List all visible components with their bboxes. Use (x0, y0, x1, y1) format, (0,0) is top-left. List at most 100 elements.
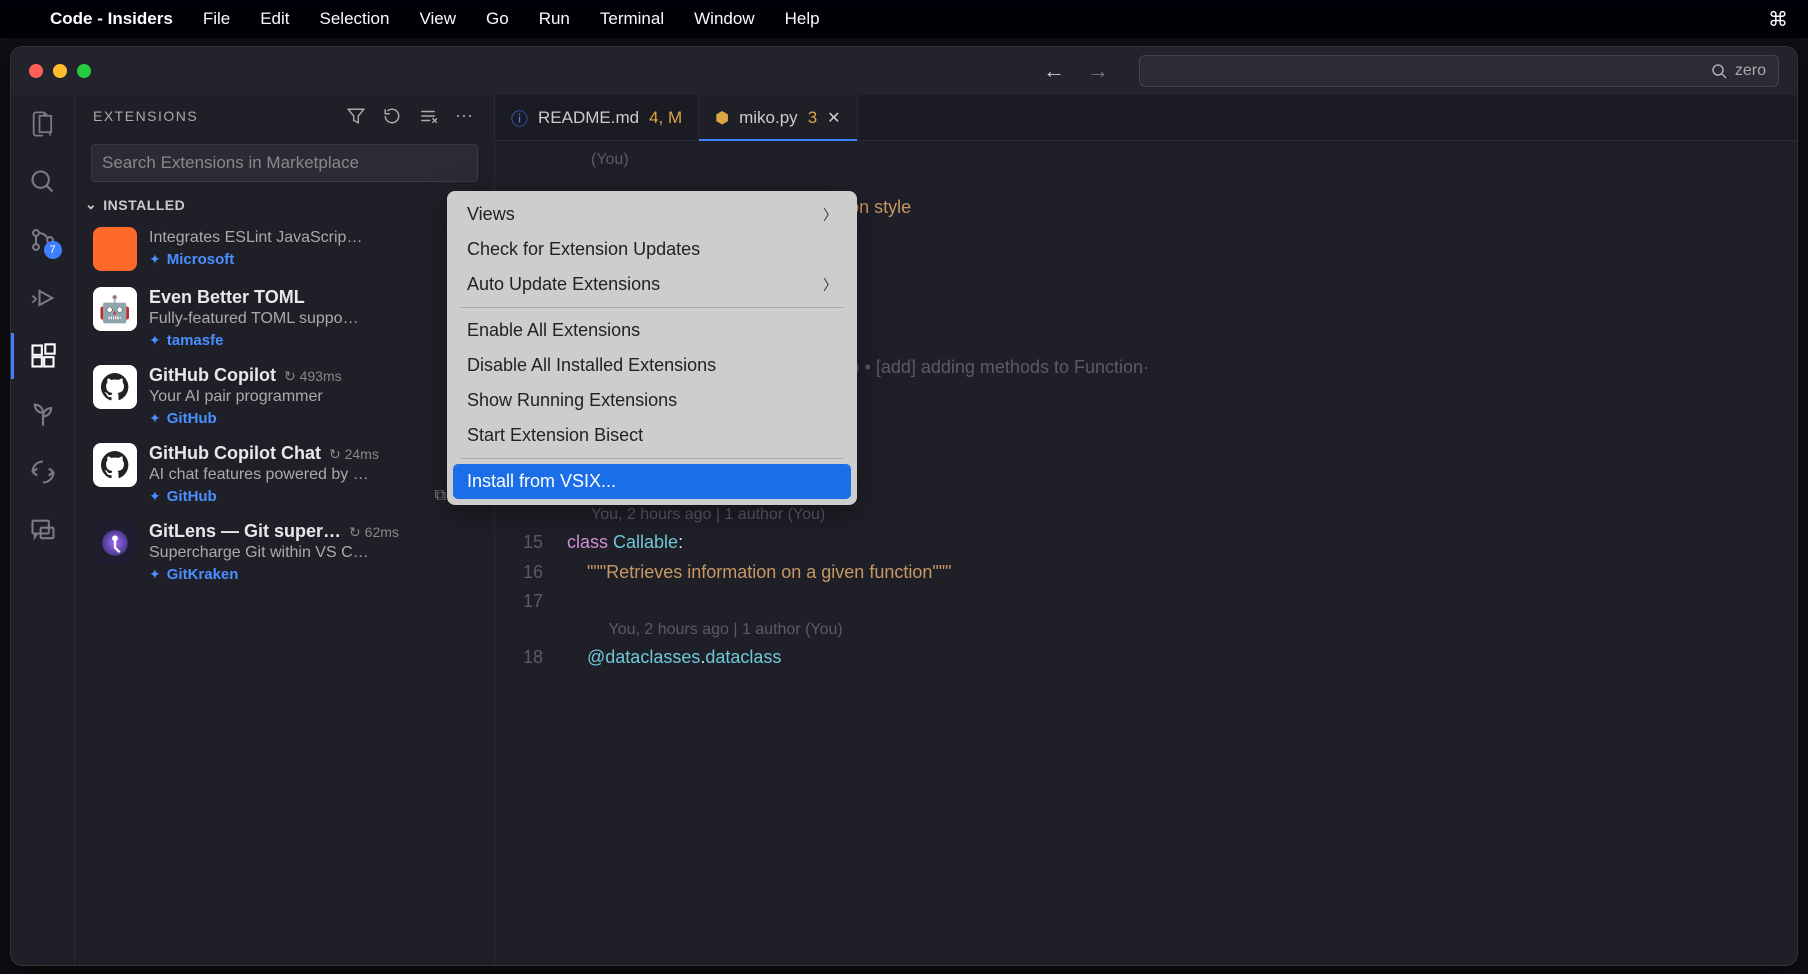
section-label: INSTALLED (103, 197, 185, 213)
verified-icon: ✦ (149, 410, 161, 427)
scm-badge: 7 (44, 241, 62, 259)
extension-item[interactable]: GitHub Copilot ↻ 493ms Your AI pair progra… (87, 357, 482, 435)
split-icon[interactable]: ⧉ (435, 487, 446, 505)
window-controls (29, 64, 91, 78)
menu-item[interactable]: Disable All Installed Extensions (453, 348, 851, 383)
extension-publisher: GitHub (167, 488, 217, 505)
maximize-window-button[interactable] (77, 64, 91, 78)
extension-load-time: ↻ 62ms (349, 524, 399, 541)
line-number: 17 (495, 587, 567, 617)
refresh-icon[interactable] (380, 107, 404, 125)
installed-section-header[interactable]: ⌄ INSTALLED (75, 190, 494, 219)
menu-view[interactable]: View (419, 9, 456, 29)
verified-icon: ✦ (149, 251, 161, 268)
extension-icon: 🤖 (93, 287, 137, 331)
editor-tab[interactable]: ⓘREADME.md4, M (495, 95, 699, 140)
activity-search-icon[interactable] (28, 167, 58, 197)
menu-go[interactable]: Go (486, 9, 509, 29)
activity-share-icon[interactable] (28, 457, 58, 487)
extension-publisher: GitHub (167, 410, 217, 427)
extension-name: GitLens — Git super… (149, 521, 341, 542)
close-tab-icon[interactable]: ✕ (827, 108, 840, 128)
nav-arrows: ← → (1043, 58, 1109, 84)
extension-load-time: ↻ 493ms (284, 368, 342, 385)
menu-item[interactable]: Enable All Extensions (453, 313, 851, 348)
extension-item[interactable]: Integrates ESLint JavaScrip…✦Microsoft (87, 219, 482, 279)
extension-search[interactable] (91, 144, 478, 182)
extension-publisher: Microsoft (167, 251, 235, 268)
activity-extensions-icon[interactable] (28, 341, 58, 371)
extension-name: Even Better TOML (149, 287, 305, 308)
menu-item-label: Install from VSIX... (467, 471, 616, 492)
clear-icon[interactable] (416, 107, 440, 125)
code-line[interactable]: 17 (495, 587, 1797, 617)
tab-status: 4, M (649, 108, 682, 128)
macos-menubar: Code - Insiders File Edit Selection View… (0, 0, 1808, 38)
menu-edit[interactable]: Edit (260, 9, 289, 29)
blame-annotation: You, 2 hours ago | 1 author (You) (567, 617, 1797, 643)
menu-item-label: Show Running Extensions (467, 390, 677, 411)
menu-item-label: Disable All Installed Extensions (467, 355, 716, 376)
tab-filename: README.md (538, 108, 639, 128)
menubar-app-name[interactable]: Code - Insiders (50, 9, 173, 29)
nav-forward-icon[interactable]: → (1087, 58, 1109, 84)
line-number: 18 (495, 643, 567, 673)
tab-status: 3 (808, 108, 817, 128)
menu-help[interactable]: Help (785, 9, 820, 29)
extension-description: AI chat features powered by … (149, 466, 476, 484)
chevron-right-icon: 〉 (823, 275, 837, 295)
extension-description: Your AI pair programmer (149, 388, 476, 406)
extension-search-input[interactable] (102, 153, 467, 173)
nav-back-icon[interactable]: ← (1043, 58, 1065, 84)
menu-item[interactable]: Check for Extension Updates (453, 232, 851, 267)
menu-item-label: Start Extension Bisect (467, 425, 643, 446)
activity-chat-icon[interactable] (28, 515, 58, 545)
menubar-status-icon[interactable]: ⌘ (1768, 7, 1788, 32)
extension-name: GitHub Copilot (149, 365, 276, 386)
extension-item[interactable]: GitLens — Git super… ↻ 62ms Supercharge Gi… (87, 513, 482, 591)
code-line[interactable]: 16 """Retrieves information on a given f… (495, 558, 1797, 588)
activity-explorer-icon[interactable] (28, 109, 58, 139)
extension-item[interactable]: GitHub Copilot Chat ↻ 24ms AI chat feature… (87, 435, 482, 513)
menu-item[interactable]: Auto Update Extensions 〉 (453, 267, 851, 302)
menu-item[interactable]: Views〉 (453, 197, 851, 232)
more-actions-icon[interactable]: ··· (452, 105, 476, 126)
blame-annotation: You, 2 hours ago | 1 author (You) (567, 502, 1797, 528)
menu-item-label: Enable All Extensions (467, 320, 640, 341)
activity-debug-icon[interactable] (28, 283, 58, 313)
command-center-search[interactable]: zero (1139, 55, 1779, 87)
extension-icon (93, 443, 137, 487)
activity-scm-icon[interactable]: 7 (28, 225, 58, 255)
extension-load-time: ↻ 24ms (329, 446, 379, 463)
python-icon: ⬢ (715, 108, 729, 128)
tab-filename: miko.py (739, 108, 798, 128)
code-line[interactable]: 15class Callable: (495, 528, 1797, 558)
line-number: 16 (495, 558, 567, 588)
code-line[interactable]: 18 @dataclasses.dataclass (495, 643, 1797, 673)
extension-description: Supercharge Git within VS C… (149, 544, 476, 562)
chevron-down-icon: ⌄ (85, 196, 97, 213)
menu-item-label: Views (467, 204, 515, 225)
minimize-window-button[interactable] (53, 64, 67, 78)
extension-name: GitHub Copilot Chat (149, 443, 321, 464)
extensions-sidebar: EXTENSIONS ··· ⌄ INSTALLED Integrates ES… (75, 95, 495, 965)
menu-window[interactable]: Window (694, 9, 754, 29)
verified-icon: ✦ (149, 566, 161, 583)
filter-icon[interactable] (344, 107, 368, 125)
close-window-button[interactable] (29, 64, 43, 78)
activity-plant-icon[interactable] (28, 399, 58, 429)
menu-item-label: Check for Extension Updates (467, 239, 700, 260)
editor-tab[interactable]: ⬢ miko.py 3 ✕ (699, 95, 857, 140)
menu-selection[interactable]: Selection (320, 9, 390, 29)
menu-item[interactable]: Install from VSIX... (453, 464, 851, 499)
extension-item[interactable]: 🤖Even Better TOMLFully-featured TOML sup… (87, 279, 482, 357)
menu-separator (461, 458, 843, 459)
menu-item[interactable]: Start Extension Bisect (453, 418, 851, 453)
window-body: 7 EXTENSIONS (11, 95, 1797, 965)
menu-run[interactable]: Run (539, 9, 570, 29)
menu-terminal[interactable]: Terminal (600, 9, 664, 29)
extension-icon (93, 521, 137, 565)
menu-file[interactable]: File (203, 9, 230, 29)
menu-item[interactable]: Show Running Extensions (453, 383, 851, 418)
menu-item-label: Auto Update Extensions (467, 274, 660, 295)
